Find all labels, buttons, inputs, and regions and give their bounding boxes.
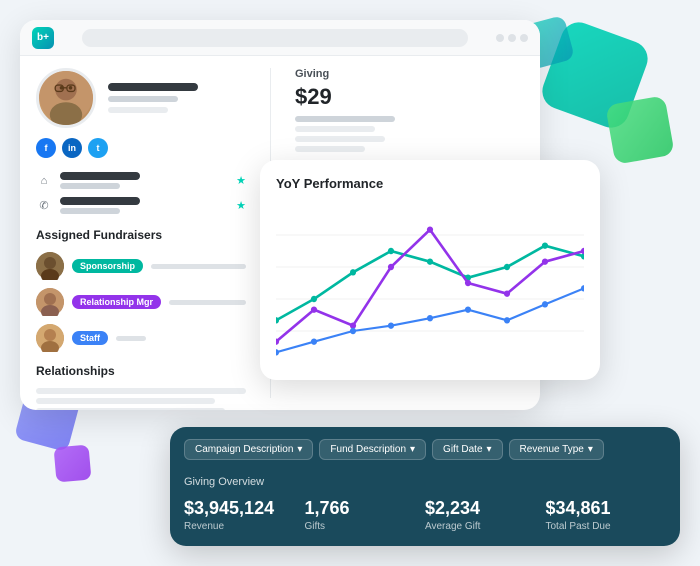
revenue-label: Revenue	[184, 521, 305, 532]
filters-row: Campaign Description ▾ Fund Description …	[170, 427, 680, 468]
fundraiser-list: Sponsorship Relationship Mgr Staff	[36, 252, 246, 352]
dot3	[520, 34, 528, 42]
crm-logo: b+	[32, 27, 54, 49]
phone-icon: ✆	[36, 198, 52, 214]
gifts-label: Gifts	[305, 521, 426, 532]
giving-amount: $29	[295, 84, 524, 110]
fundraiser-avatar-1	[36, 252, 64, 280]
contact-home-lines	[60, 172, 228, 189]
metric-gifts: 1,766 Gifts	[305, 498, 426, 532]
gifts-value: 1,766	[305, 498, 426, 519]
name-line1	[108, 83, 198, 91]
fundraiser-line-1	[151, 264, 246, 269]
crm-left-column: f in t ⌂ ★ ✆	[36, 68, 246, 398]
average-gift-label: Average Gift	[425, 521, 546, 532]
profile-header	[36, 68, 246, 128]
star-icon-home: ★	[236, 174, 246, 187]
relationships-lines	[36, 388, 246, 410]
filter-fund-btn[interactable]: Fund Description ▾	[319, 439, 426, 460]
dot1	[496, 34, 504, 42]
name-line3	[108, 107, 168, 113]
average-gift-value: $2,234	[425, 498, 546, 519]
star-icon-phone: ★	[236, 199, 246, 212]
contact-row-phone: ✆ ★	[36, 197, 246, 214]
filter-revenue-type-btn[interactable]: Revenue Type ▾	[509, 439, 604, 460]
purple-diamond-left-shape	[54, 445, 92, 483]
chevron-down-icon-campaign: ▾	[297, 444, 302, 455]
metric-total-past-due: $34,861 Total Past Due	[546, 498, 667, 532]
avatar	[36, 68, 96, 128]
total-past-due-label: Total Past Due	[546, 521, 667, 532]
home-icon: ⌂	[36, 173, 52, 189]
relationships-title: Relationships	[36, 364, 246, 378]
filter-revenue-type-label: Revenue Type	[520, 444, 584, 455]
filter-gift-date-label: Gift Date	[443, 444, 482, 455]
chevron-down-icon-gift: ▾	[487, 444, 492, 455]
contact-row-home: ⌂ ★	[36, 172, 246, 189]
linkedin-icon[interactable]: in	[62, 138, 82, 158]
topbar-dots	[496, 34, 528, 42]
fundraiser-avatar-3	[36, 324, 64, 352]
assigned-fundraisers-title: Assigned Fundraisers	[36, 228, 246, 242]
metric-average-gift: $2,234 Average Gift	[425, 498, 546, 532]
rel-line-2	[36, 398, 215, 404]
contact-phone-lines	[60, 197, 228, 214]
social-icons: f in t	[36, 138, 246, 158]
profile-name-lines	[108, 83, 198, 113]
facebook-icon[interactable]: f	[36, 138, 56, 158]
chevron-down-icon-revenue: ▾	[588, 444, 593, 455]
filter-gift-date-btn[interactable]: Gift Date ▾	[432, 439, 503, 460]
giving-overview-title: Giving Overview	[184, 476, 666, 488]
giving-detail-lines	[295, 116, 524, 152]
chart-card: YoY Performance	[260, 160, 600, 380]
chart-title: YoY Performance	[276, 176, 584, 191]
chevron-down-icon-fund: ▾	[410, 444, 415, 455]
fundraiser-row-1: Sponsorship	[36, 252, 246, 280]
metrics-row: $3,945,124 Revenue 1,766 Gifts $2,234 Av…	[184, 498, 666, 532]
revenue-value: $3,945,124	[184, 498, 305, 519]
total-past-due-value: $34,861	[546, 498, 667, 519]
giving-header: Giving	[295, 68, 524, 80]
filter-fund-label: Fund Description	[330, 444, 406, 455]
name-line2	[108, 96, 178, 102]
twitter-icon[interactable]: t	[88, 138, 108, 158]
rel-line-3	[36, 408, 225, 410]
relationships-section: Relationships	[36, 364, 246, 410]
filter-campaign-label: Campaign Description	[195, 444, 293, 455]
dot2	[508, 34, 516, 42]
data-card: Campaign Description ▾ Fund Description …	[170, 427, 680, 546]
fundraiser-avatar-2	[36, 288, 64, 316]
tag-sponsorship: Sponsorship	[72, 259, 143, 273]
filter-campaign-btn[interactable]: Campaign Description ▾	[184, 439, 313, 460]
tag-relationship-mgr: Relationship Mgr	[72, 295, 161, 309]
fundraiser-line-2	[169, 300, 246, 305]
chart-area	[276, 203, 584, 363]
fundraiser-line-3	[116, 336, 146, 341]
fundraiser-row-3: Staff	[36, 324, 246, 352]
fundraiser-row-2: Relationship Mgr	[36, 288, 246, 316]
crm-topbar: b+	[20, 20, 540, 56]
contact-rows: ⌂ ★ ✆ ★	[36, 172, 246, 214]
crm-search-bar[interactable]	[82, 29, 468, 47]
metric-revenue: $3,945,124 Revenue	[184, 498, 305, 532]
tag-staff: Staff	[72, 331, 108, 345]
giving-overview-section: Giving Overview $3,945,124 Revenue 1,766…	[170, 468, 680, 546]
green-square-shape	[605, 95, 675, 165]
rel-line-1	[36, 388, 246, 394]
